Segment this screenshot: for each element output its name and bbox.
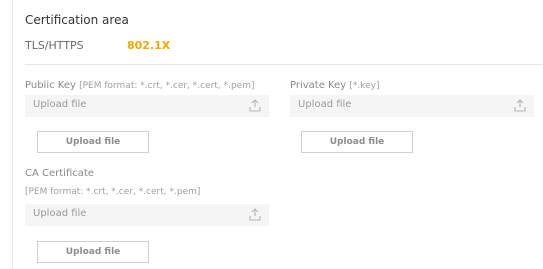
public-key-upload-button[interactable]: Upload file — [37, 131, 149, 153]
private-key-label: Private Key — [290, 80, 347, 91]
public-key-upload-placeholder: Upload file — [33, 99, 87, 110]
tab-tls-https[interactable]: TLS/HTTPS — [25, 39, 84, 52]
upload-icon — [249, 99, 261, 112]
ca-certificate-format-hint-row: [PEM format: *.crt, *.cer, *.cert, *.pem… — [25, 186, 200, 197]
section-divider — [25, 64, 543, 65]
ca-certificate-upload-placeholder: Upload file — [33, 208, 87, 219]
public-key-upload-field[interactable]: Upload file — [25, 95, 269, 117]
public-key-format-hint: [PEM format: *.crt, *.cer, *.cert, *.pem… — [79, 81, 255, 91]
private-key-format-hint: [*.key] — [349, 81, 380, 91]
upload-icon — [249, 208, 261, 221]
ca-certificate-upload-button[interactable]: Upload file — [37, 241, 149, 263]
tab-8021x[interactable]: 802.1X — [127, 39, 170, 52]
public-key-label: Public Key — [25, 80, 76, 91]
private-key-upload-button[interactable]: Upload file — [301, 131, 413, 153]
ca-certificate-format-hint: [PEM format: *.crt, *.cer, *.cert, *.pem… — [25, 187, 201, 197]
upload-icon — [514, 99, 526, 112]
section-title: Certification area — [25, 13, 129, 27]
public-key-label-group: Public Key [PEM format: *.crt, *.cer, *.… — [25, 80, 254, 91]
private-key-upload-placeholder: Upload file — [298, 99, 352, 110]
private-key-label-group: Private Key [*.key] — [290, 80, 380, 91]
ca-certificate-label: CA Certificate — [25, 168, 94, 179]
private-key-upload-field[interactable]: Upload file — [290, 95, 534, 117]
ca-certificate-upload-field[interactable]: Upload file — [25, 204, 269, 226]
